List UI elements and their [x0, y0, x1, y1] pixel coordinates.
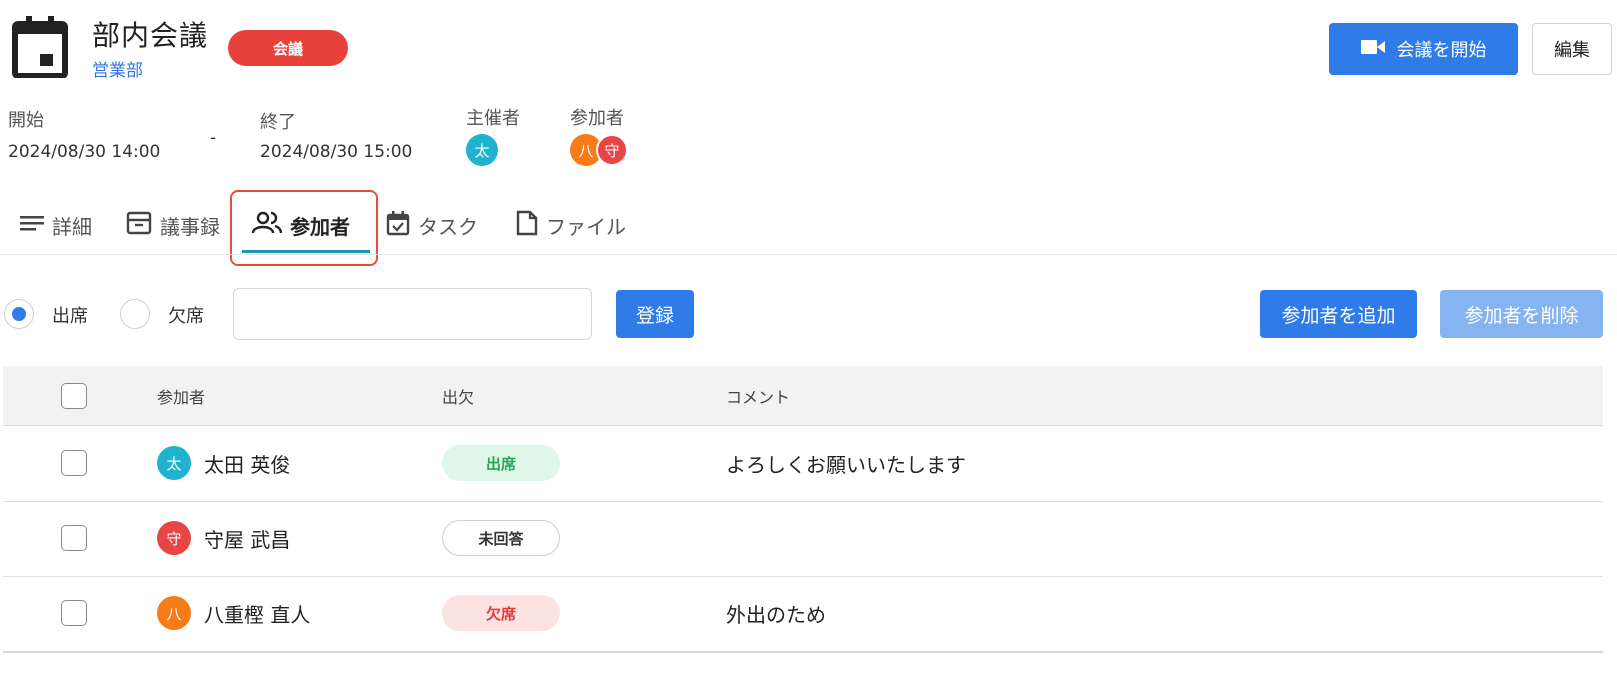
add-participant-button[interactable]: 参加者を追加 [1260, 290, 1417, 338]
delete-participant-button[interactable]: 参加者を削除 [1440, 290, 1603, 338]
radio-selected-dot [12, 307, 26, 321]
absent-radio[interactable] [120, 299, 150, 329]
participant-comment: よろしくお願いいたします [726, 453, 966, 477]
file-icon [516, 210, 538, 241]
tab-label: 参加者 [290, 214, 350, 239]
table-bottom-border [3, 651, 1603, 653]
tab-minutes[interactable]: 議事録 [126, 205, 220, 245]
participant-avatar: 八 [157, 596, 191, 630]
end-value: 2024/08/30 15:00 [260, 142, 413, 162]
attend-radio[interactable] [4, 299, 34, 329]
calendar-icon [12, 14, 68, 79]
participant-avatar[interactable]: 守 [596, 134, 628, 166]
organizer-avatar[interactable]: 太 [466, 134, 498, 166]
participant-avatar: 守 [157, 521, 191, 555]
register-button[interactable]: 登録 [616, 290, 694, 338]
tab-tasks[interactable]: タスク [386, 205, 478, 245]
participant-name: 太田 英俊 [204, 453, 291, 477]
status-badge: 欠席 [442, 595, 560, 631]
tab-label: 議事録 [160, 214, 220, 239]
participant-column-header[interactable]: 参加者 [157, 366, 205, 426]
tab-files[interactable]: ファイル [516, 205, 626, 245]
tab-details[interactable]: 詳細 [20, 205, 92, 245]
comment-input[interactable] [233, 288, 592, 340]
row-divider [3, 576, 1603, 577]
page-title: 部内会議 [92, 19, 209, 52]
participants-label: 参加者 [570, 108, 624, 129]
tab-label: ファイル [546, 214, 626, 239]
participant-comment: 外出のため [726, 603, 826, 627]
edit-button[interactable]: 編集 [1532, 23, 1612, 75]
participant-name: 守屋 武昌 [204, 528, 291, 552]
status-badge: 出席 [442, 445, 560, 481]
lines-icon [20, 213, 44, 238]
tab-participants[interactable]: 参加者 [251, 205, 350, 245]
participant-avatar: 太 [157, 446, 191, 480]
department-link[interactable]: 営業部 [92, 56, 143, 81]
start-meeting-label: 会議を開始 [1396, 40, 1487, 61]
time-separator: - [210, 128, 217, 148]
category-badge: 会議 [228, 30, 348, 66]
row-checkbox[interactable] [61, 450, 87, 476]
tabs-divider [0, 254, 1617, 255]
table-header [3, 366, 1603, 426]
select-all-checkbox[interactable] [61, 383, 87, 409]
end-label: 終了 [260, 112, 296, 133]
start-label: 開始 [8, 110, 44, 131]
participant-name: 八重樫 直人 [204, 603, 311, 627]
absent-radio-label: 欠席 [168, 306, 204, 327]
people-icon [251, 211, 283, 240]
active-tab-underline [242, 250, 370, 253]
row-checkbox[interactable] [61, 600, 87, 626]
attendance-column-header[interactable]: 出欠 [442, 366, 474, 426]
start-meeting-button[interactable]: 会議を開始 [1329, 23, 1518, 75]
row-divider [3, 501, 1603, 502]
attend-radio-label: 出席 [52, 306, 88, 327]
video-camera-icon [1360, 38, 1385, 61]
start-value: 2024/08/30 14:00 [8, 142, 161, 162]
organizer-label: 主催者 [466, 108, 520, 129]
calendar-check-icon [386, 210, 410, 241]
status-badge: 未回答 [442, 520, 560, 556]
tab-label: タスク [418, 214, 478, 239]
row-checkbox[interactable] [61, 525, 87, 551]
comment-column-header[interactable]: コメント [726, 366, 790, 426]
archive-icon [126, 211, 152, 240]
tab-label: 詳細 [52, 214, 92, 239]
